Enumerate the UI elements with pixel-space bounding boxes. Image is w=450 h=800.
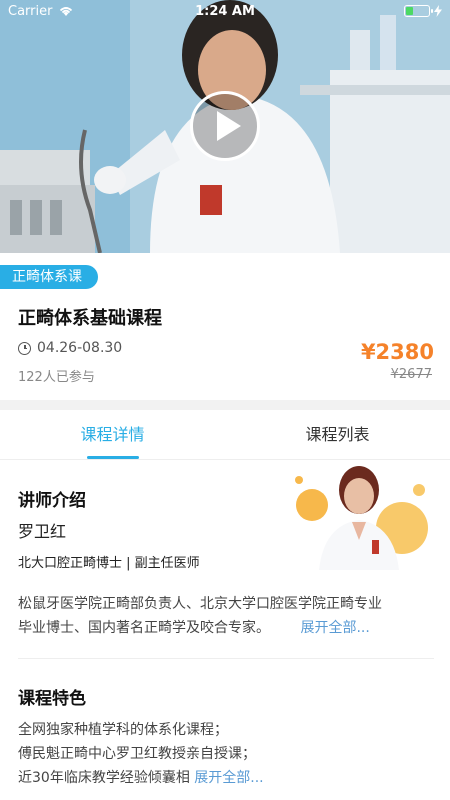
tab-course-details[interactable]: 课程详情 [0, 410, 225, 459]
course-info: 正畸体系基础课程 04.26-08.30 122人已参与 ¥2380 ¥2677 [0, 290, 450, 400]
status-time: 1:24 AM [195, 3, 255, 19]
course-video-cover[interactable]: Carrier 1:24 AM [0, 0, 450, 253]
instructor-name: 罗卫红 [18, 522, 67, 541]
instructor-expand-link[interactable]: 展开全部... [300, 620, 369, 636]
instructor-section-title: 讲师介绍 [18, 491, 86, 511]
instructor-bio-line-text: 毕业博士、国内著名正畸学及咬合专家。 [18, 620, 270, 636]
instructor-role: 北大口腔正畸博士 | 副主任医师 [18, 556, 200, 571]
features-expand-link[interactable]: 展开全部... [194, 770, 263, 786]
battery-icon [404, 5, 433, 17]
course-date-range: 04.26-08.30 [37, 340, 123, 356]
play-icon[interactable] [190, 91, 260, 161]
battery-level [406, 7, 414, 15]
instructor-bio: 松鼠牙医学院正畸部负责人、北京大学口腔医学院正畸专业 毕业博士、国内著名正畸学及… [18, 592, 434, 640]
status-bar: Carrier 1:24 AM [0, 0, 450, 22]
feature-line-text: 近30年临床教学经验倾囊相 [18, 770, 190, 786]
section-separator [0, 400, 450, 410]
carrier-label: Carrier [8, 3, 53, 19]
original-price: ¥2677 [390, 367, 432, 382]
wifi-icon [60, 7, 73, 16]
course-title: 正畸体系基础课程 [18, 308, 162, 329]
charging-bolt-icon [434, 5, 442, 17]
participant-count: 122人已参与 [18, 370, 95, 385]
instructor-bio-line: 松鼠牙医学院正畸部负责人、北京大学口腔医学院正畸专业 [18, 596, 382, 612]
course-price: ¥2380 [360, 340, 434, 364]
feature-line: 全网独家种植学科的体系化课程； [18, 722, 228, 738]
tab-course-list[interactable]: 课程列表 [225, 410, 450, 459]
features-section-title: 课程特色 [18, 689, 86, 709]
course-category-tag: 正畸体系课 [0, 265, 98, 289]
feature-line: 近30年临床教学经验倾囊相 展开全部... [18, 766, 434, 790]
feature-line: 傅民魁正畸中心罗卫红教授亲自授课； [18, 746, 256, 762]
divider [18, 658, 434, 659]
course-features: 全网独家种植学科的体系化课程； 傅民魁正畸中心罗卫红教授亲自授课； 近30年临床… [18, 718, 434, 790]
alarm-clock-icon [18, 341, 31, 355]
course-tabs: 课程详情 课程列表 [0, 410, 450, 460]
course-date: 04.26-08.30 [18, 340, 122, 356]
instructor-photo [284, 460, 434, 570]
instructor-bio-line: 毕业博士、国内著名正畸学及咬合专家。 展开全部... [18, 616, 434, 640]
